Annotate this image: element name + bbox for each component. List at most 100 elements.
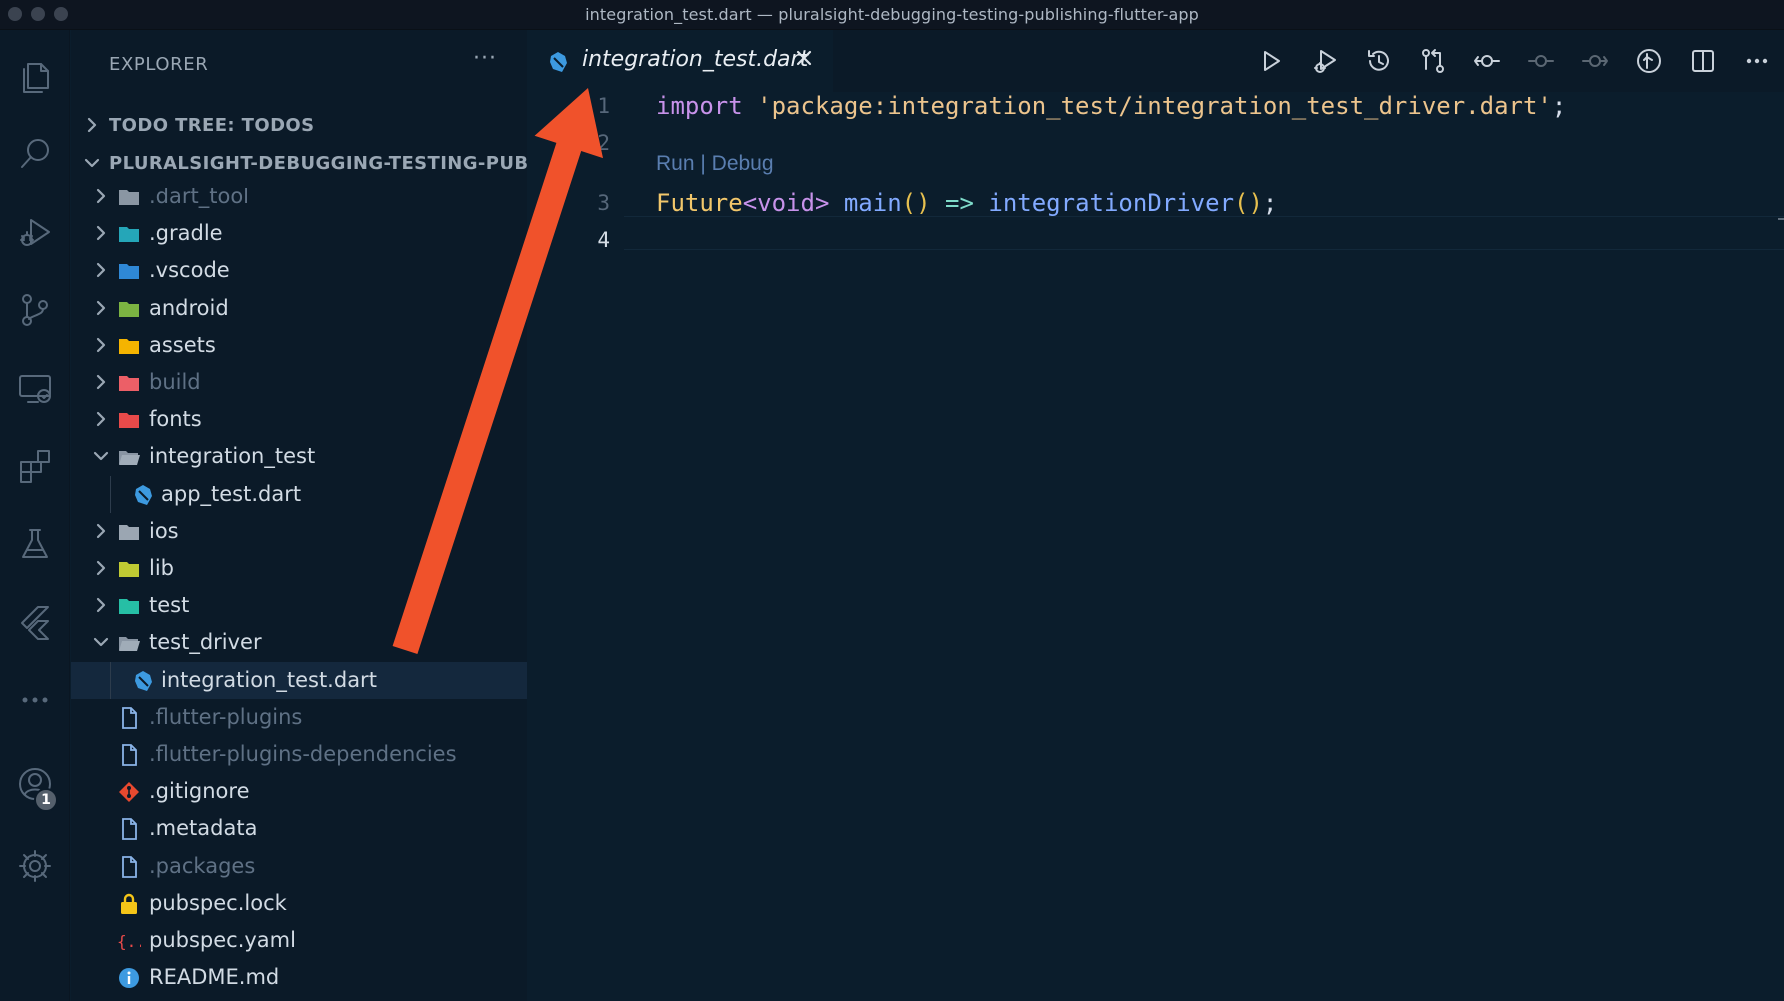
extensions-icon[interactable] xyxy=(0,436,70,496)
codelens-run-debug[interactable]: Run | Debug xyxy=(656,152,774,176)
chevron-down-icon xyxy=(92,447,110,465)
tree-item-label: .flutter-plugins-dependencies xyxy=(149,742,457,766)
file-file-icon xyxy=(117,855,141,879)
code-editor[interactable]: Run | Debug 1 import 'package:integration… xyxy=(528,92,1784,1001)
source-control-icon[interactable] xyxy=(0,280,70,340)
more-actions-icon[interactable] xyxy=(1730,30,1784,92)
code-token: ; xyxy=(1262,189,1278,217)
chevron-right-icon xyxy=(92,522,110,540)
folder-icon xyxy=(117,445,141,469)
chevron-right-icon xyxy=(92,559,110,577)
code-line[interactable]: import 'package:integration_test/integra… xyxy=(656,92,1566,120)
folder-icon xyxy=(117,520,141,544)
explorer-more-button[interactable]: ··· xyxy=(473,46,497,71)
tree-folder-test[interactable]: test xyxy=(71,587,527,624)
file-tree: .dart_tool .gradle .vscode android assets bui… xyxy=(71,188,527,1000)
close-icon[interactable] xyxy=(792,46,816,70)
line-number: 4 xyxy=(597,228,610,252)
minimize-window-button[interactable] xyxy=(31,7,45,21)
explorer-icon[interactable] xyxy=(0,46,70,106)
close-window-button[interactable] xyxy=(8,7,22,21)
testing-icon[interactable] xyxy=(0,514,70,574)
zoom-window-button[interactable] xyxy=(54,7,68,21)
settings-gear-icon[interactable] xyxy=(0,836,70,896)
run-debug-icon[interactable] xyxy=(0,202,70,262)
svg-text:{..}: {..} xyxy=(117,932,141,951)
more-icon[interactable] xyxy=(0,670,70,730)
remote-explorer-icon[interactable] xyxy=(0,358,70,418)
tree-file-metadata[interactable]: .metadata xyxy=(71,810,527,847)
open-changes-icon[interactable] xyxy=(1622,30,1676,92)
tree-item-label: .dart_tool xyxy=(149,188,250,208)
chevron-right-icon xyxy=(92,261,110,279)
folder-icon xyxy=(117,408,141,432)
tree-folder-lib[interactable]: lib xyxy=(71,550,527,587)
dart-file-icon xyxy=(131,669,155,693)
tree-file-gitignore[interactable]: .gitignore xyxy=(71,773,527,810)
compare-changes-icon[interactable] xyxy=(1406,30,1460,92)
debug-run-icon[interactable] xyxy=(1298,30,1352,92)
tree-item-label: pubspec.lock xyxy=(149,890,287,915)
flutter-icon[interactable] xyxy=(0,592,70,652)
file-file-icon xyxy=(117,817,141,841)
tree-folder-test-driver[interactable]: test_driver xyxy=(71,624,527,661)
activity-bar: 1 xyxy=(0,30,70,1001)
scrollbar-marker xyxy=(1778,218,1784,220)
section-todo-tree[interactable]: TODO TREE: TODOS xyxy=(71,108,527,142)
title-bar: integration_test.dart — pluralsight-debu… xyxy=(0,0,1784,30)
tree-folder-fonts[interactable]: fonts xyxy=(71,401,527,438)
tree-file-integration-test-dart[interactable]: integration_test.dart xyxy=(71,661,527,699)
folder-icon xyxy=(117,259,141,283)
code-token: 'package:integration_test/integration_te… xyxy=(757,92,1552,120)
window-controls xyxy=(8,7,68,21)
tree-item-label: integration_test.dart xyxy=(161,667,377,692)
tree-item-label: .gradle xyxy=(149,221,223,246)
dart-file-icon xyxy=(546,50,570,74)
tree-item-label: test_driver xyxy=(149,630,262,655)
yaml-file-icon: {..} xyxy=(117,929,156,953)
section-workspace-folder[interactable]: PLURALSIGHT-DEBUGGING-TESTING-PUB... xyxy=(71,146,527,180)
tree-file-pubspec-yaml[interactable]: {..} pubspec.yaml xyxy=(71,922,527,959)
timeline-history-icon[interactable] xyxy=(1352,30,1406,92)
tree-file-app-test-dart[interactable]: app_test.dart xyxy=(71,476,527,513)
tree-folder-gradle[interactable]: .gradle xyxy=(71,215,527,252)
tree-file-packages[interactable]: .packages xyxy=(71,848,527,885)
tree-folder-build[interactable]: build xyxy=(71,364,527,401)
tree-item-label: integration_test xyxy=(149,444,316,469)
tree-file-flutter-plugins[interactable]: .flutter-plugins xyxy=(71,699,527,736)
tree-folder-android[interactable]: android xyxy=(71,290,527,327)
search-icon[interactable] xyxy=(0,124,70,184)
split-editor-icon[interactable] xyxy=(1676,30,1730,92)
git-commit-icon[interactable] xyxy=(1460,30,1514,92)
tree-folder-assets[interactable]: assets xyxy=(71,327,527,364)
tree-item-label: .gitignore xyxy=(149,779,250,804)
tree-item-label: .flutter-plugins xyxy=(149,704,303,729)
tree-folder-dart-tool[interactable]: .dart_tool xyxy=(71,188,527,215)
tab-integration-test-dart[interactable]: integration_test.dart xyxy=(528,30,833,92)
tree-folder-vscode[interactable]: .vscode xyxy=(71,252,527,289)
git-file-icon xyxy=(117,780,141,804)
tree-file-readme-md[interactable]: README.md xyxy=(71,959,527,996)
tree-folder-integration-test[interactable]: integration_test xyxy=(71,438,527,475)
code-line[interactable]: Future<void> main() => integrationDriver… xyxy=(656,189,1277,217)
run-icon[interactable] xyxy=(1244,30,1298,92)
file-file-icon xyxy=(117,743,141,767)
line-number: 3 xyxy=(597,191,610,215)
chevron-right-icon xyxy=(92,410,110,428)
tab-label: integration_test.dart xyxy=(582,47,809,72)
folder-icon xyxy=(117,631,141,655)
tree-folder-ios[interactable]: ios xyxy=(71,513,527,550)
folder-icon xyxy=(117,297,141,321)
folder-icon xyxy=(117,222,141,246)
tree-item-label: pubspec.yaml xyxy=(149,928,296,952)
tree-item-label: ios xyxy=(149,518,179,543)
tree-file-flutter-plugins-dependencies[interactable]: .flutter-plugins-dependencies xyxy=(71,736,527,773)
account-badge: 1 xyxy=(34,788,58,812)
previous-change-icon[interactable] xyxy=(1514,30,1568,92)
next-change-icon[interactable] xyxy=(1568,30,1622,92)
account-icon[interactable]: 1 xyxy=(0,754,70,814)
explorer-sidebar: EXPLORER ··· TODO TREE: TODOS PLURALSIGH… xyxy=(71,30,527,1001)
tree-file-pubspec-lock[interactable]: pubspec.lock xyxy=(71,885,527,922)
